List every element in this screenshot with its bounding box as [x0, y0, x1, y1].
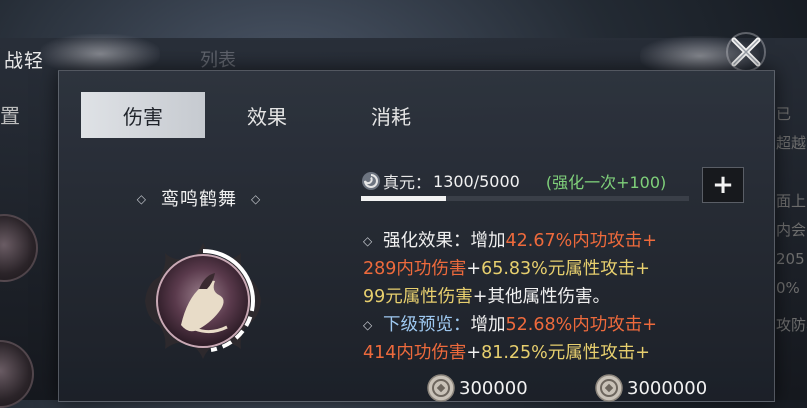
coin-icon — [595, 374, 623, 402]
background-right-line: 内会 — [776, 221, 807, 239]
skill-title: ◇ 鸾鸣鹤舞 ◇ — [109, 185, 289, 211]
background-right-text: 已 超越 面上 内会 205 0% 攻防与 — [776, 100, 807, 400]
tab-effect[interactable]: 效果 — [205, 92, 329, 138]
diamond-icon: ◇ — [136, 192, 147, 206]
coin-icon — [427, 374, 455, 402]
enhance-add-word: 增加 — [470, 231, 506, 251]
cost-amount: 3000000 — [627, 377, 708, 399]
tab-cost[interactable]: 消耗 — [329, 92, 453, 138]
tab-bar: 伤害 效果 消耗 — [81, 92, 453, 138]
next-internal-attack: 52.68%内功攻击+ — [505, 315, 657, 335]
diamond-icon: ◇ — [363, 318, 373, 332]
enhance-internal-damage: 289内功伤害 — [363, 259, 467, 279]
enhance-internal-attack: 42.67%内功攻击+ — [505, 231, 657, 251]
background-right-line: 面上 — [776, 192, 807, 210]
true-yuan-row: 真元： 1300/5000 (强化一次+100) — [361, 169, 666, 193]
next-plus: + — [466, 343, 482, 363]
enhance-element-damage: 99元属性伤害 — [363, 287, 473, 307]
background-right-line: 0% — [776, 279, 800, 297]
true-yuan-value: 1300/5000 — [433, 171, 520, 191]
background-window-subtitle: 列表 — [200, 50, 236, 71]
enhance-bonus-text: (强化一次+100) — [545, 173, 667, 192]
next-level-preview-text: ◇ 下级预览：增加52.68%内功攻击+ 414内功伤害+81.25%元属性攻击… — [363, 311, 723, 367]
enhance-plus-button[interactable]: + — [702, 167, 744, 203]
diamond-icon: ◇ — [363, 234, 373, 248]
background-window-title: 战轻 — [4, 50, 45, 72]
background-right-line: 攻防与 — [776, 316, 807, 334]
plus-icon: + — [712, 170, 734, 200]
cost-item: 3000000 — [595, 374, 707, 402]
enhance-tail: +其他属性伤害。 — [472, 287, 610, 307]
skill-icon[interactable] — [141, 239, 265, 363]
close-icon — [726, 32, 766, 72]
background-right-line: 已 — [776, 105, 792, 123]
skill-detail-panel: 伤害 效果 消耗 ◇ 鸾鸣鹤舞 ◇ 真元： 1300/5000 (强化一次+10… — [58, 70, 775, 402]
true-yuan-progress-fill — [361, 196, 447, 201]
enhance-effect-label: 强化效果： — [383, 231, 471, 251]
enhance-effect-text: ◇ 强化效果：增加42.67%内功攻击+ 289内功伤害+65.83%元属性攻击… — [363, 227, 723, 311]
enhance-plus: + — [466, 259, 482, 279]
next-level-label: 下级预览： — [383, 315, 471, 335]
swirl-icon — [362, 172, 380, 190]
true-yuan-progress-bar — [361, 196, 689, 201]
next-add-word: 增加 — [470, 315, 506, 335]
background-right-line: 超越 — [776, 134, 807, 152]
cost-item: 300000 — [427, 374, 528, 402]
tab-damage[interactable]: 伤害 — [81, 92, 205, 138]
cloud-ornament-left — [40, 34, 160, 74]
true-yuan-label: 真元： — [383, 173, 432, 192]
enhance-element-attack: 65.83%元属性攻击+ — [481, 259, 650, 279]
diamond-icon: ◇ — [251, 192, 262, 206]
background-right-line: 205 — [776, 250, 805, 268]
background-left-label: 置 — [0, 104, 20, 128]
skill-name: 鸾鸣鹤舞 — [161, 189, 237, 210]
next-element-attack: 81.25%元属性攻击+ — [481, 343, 650, 363]
next-internal-damage: 414内功伤害 — [363, 343, 467, 363]
cost-amount: 300000 — [459, 377, 528, 399]
crane-dancer-icon — [145, 243, 261, 359]
